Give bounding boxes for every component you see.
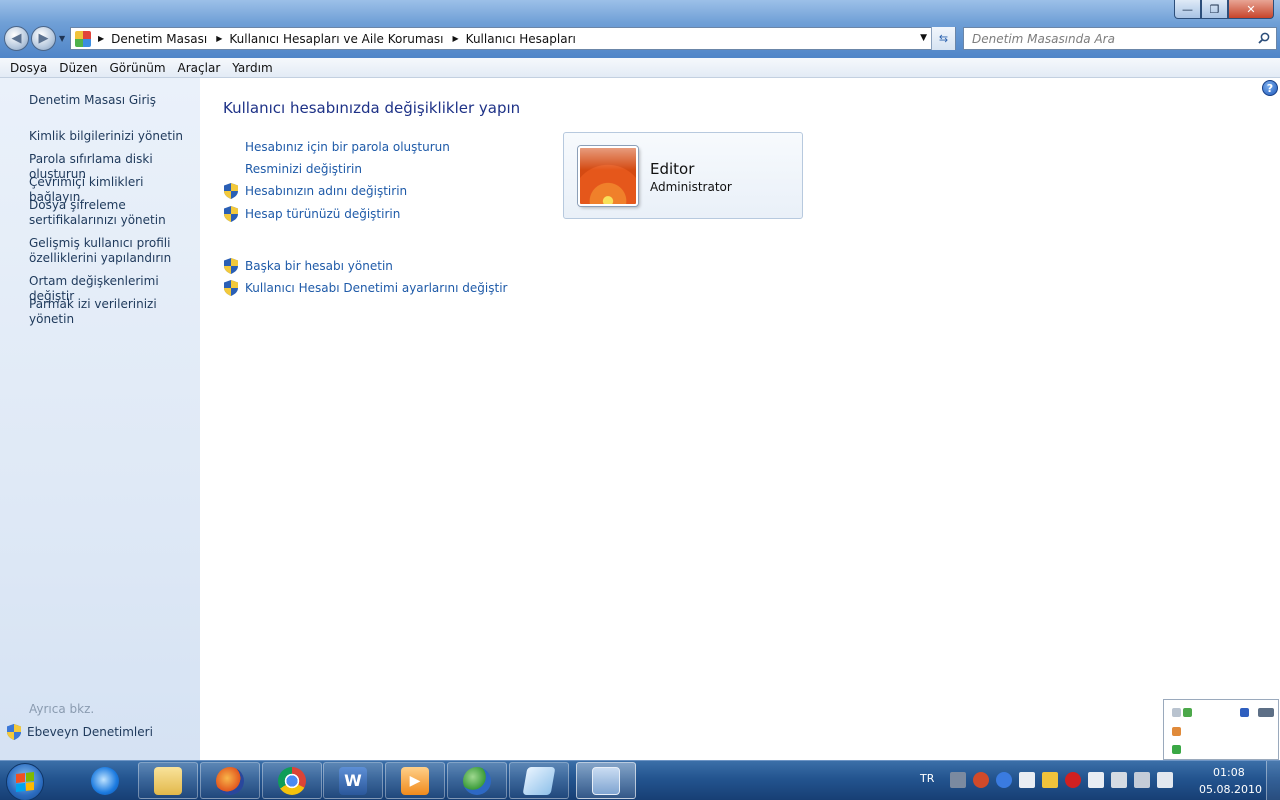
word-icon: W xyxy=(339,766,367,795)
taskbar-internet-explorer[interactable] xyxy=(75,762,135,799)
chevron-right-icon[interactable]: ▶ xyxy=(98,34,104,43)
avatar xyxy=(578,146,638,206)
clock-time[interactable]: 01:08 xyxy=(1213,766,1245,779)
arrow-right-icon: ▶ xyxy=(38,31,49,46)
address-history-dropdown[interactable]: ▼ xyxy=(920,33,927,43)
search-box[interactable] xyxy=(963,27,1277,50)
control-panel-icon xyxy=(592,766,620,795)
search-icon[interactable] xyxy=(1258,32,1270,44)
change-account-name-link[interactable]: Hesabınızın adını değiştirin xyxy=(245,184,407,198)
volume-icon[interactable] xyxy=(1157,772,1173,788)
account-name: Editor xyxy=(650,160,695,178)
taskbar-windows-explorer[interactable] xyxy=(138,762,198,799)
chrome-icon xyxy=(278,766,306,795)
app-tray-icon[interactable] xyxy=(996,772,1012,788)
search-input[interactable] xyxy=(972,31,1252,46)
shield-icon[interactable] xyxy=(1019,772,1035,788)
menu-view[interactable]: Görünüm xyxy=(103,61,171,75)
windows-explorer-icon xyxy=(154,766,182,795)
page-title: Kullanıcı hesabınızda değişiklikler yapı… xyxy=(223,99,521,117)
change-picture-link[interactable]: Resminizi değiştirin xyxy=(245,162,362,176)
notepad-icon xyxy=(522,766,556,795)
action-center-icon[interactable] xyxy=(1088,772,1104,788)
app-tray-icon[interactable] xyxy=(1172,727,1181,736)
download-icon[interactable] xyxy=(1183,708,1192,717)
address-bar[interactable]: ▶ Denetim Masası ▶ Kullanıcı Hesapları v… xyxy=(70,27,956,50)
taskbar-word[interactable]: W xyxy=(323,762,383,799)
uac-shield-icon xyxy=(224,206,238,222)
taskbar: W ▶ TR 01:08 05.08.2010 xyxy=(0,760,1280,800)
help-button[interactable]: ? xyxy=(1262,80,1278,96)
menu-bar: Dosya Düzen Görünüm Araçlar Yardım xyxy=(0,58,1280,78)
arrow-left-icon: ◀ xyxy=(11,31,22,46)
menu-tools[interactable]: Araçlar xyxy=(172,61,227,75)
breadcrumb-user-accounts[interactable]: Kullanıcı Hesapları xyxy=(466,32,576,46)
menu-edit[interactable]: Düzen xyxy=(53,61,103,75)
uac-shield-icon xyxy=(224,258,238,274)
account-card: Editor Administrator xyxy=(563,132,803,219)
see-also-heading: Ayrıca bkz. xyxy=(29,702,95,716)
window-controls: — ❐ ✕ xyxy=(1174,0,1274,19)
refresh-button[interactable]: ⇆ xyxy=(931,27,955,50)
parental-controls-row[interactable]: Ebeveyn Denetimleri xyxy=(7,724,153,740)
back-button[interactable]: ◀ xyxy=(4,26,29,51)
system-tray xyxy=(950,772,1173,788)
control-panel-home-link[interactable]: Denetim Masası Giriş xyxy=(29,93,197,108)
taskbar-media-player[interactable]: ▶ xyxy=(385,762,445,799)
taskbar-notepad[interactable] xyxy=(509,762,569,799)
menu-help[interactable]: Yardım xyxy=(226,61,278,75)
window-titlebar: — ❐ ✕ ◀ ▶ ▼ ▶ Denetim Masası ▶ Kullanıcı… xyxy=(0,0,1280,58)
advanced-profile-properties-link[interactable]: Gelişmiş kullanıcı profili özelliklerini… xyxy=(29,236,197,266)
start-button[interactable] xyxy=(6,763,44,800)
account-type: Administrator xyxy=(650,180,732,194)
internet-explorer-icon xyxy=(91,766,119,795)
uac-shield-icon xyxy=(7,724,21,740)
control-panel-icon xyxy=(75,30,91,47)
breadcrumb-control-panel[interactable]: Denetim Masası xyxy=(111,32,207,46)
forward-button[interactable]: ▶ xyxy=(31,26,56,51)
messenger-icon xyxy=(463,766,491,795)
show-desktop-button[interactable] xyxy=(1266,761,1280,800)
close-button[interactable]: ✕ xyxy=(1228,0,1274,19)
clock-date[interactable]: 05.08.2010 xyxy=(1199,783,1262,796)
manage-another-account-link[interactable]: Başka bir hesabı yönetin xyxy=(245,259,393,273)
uac-shield-icon xyxy=(224,280,238,296)
antivirus-icon[interactable] xyxy=(1065,772,1081,788)
taskbar-control-panel[interactable] xyxy=(576,762,636,799)
chevron-right-icon[interactable]: ▶ xyxy=(453,34,459,43)
keyboard-icon[interactable] xyxy=(950,772,966,788)
fingerprint-data-link[interactable]: Parmak izi verilerinizi yönetin xyxy=(29,297,197,327)
notification-area-popup xyxy=(1163,699,1279,760)
chevron-right-icon[interactable]: ▶ xyxy=(216,34,222,43)
windows-logo-icon xyxy=(16,772,34,792)
app-tray-icon[interactable] xyxy=(973,772,989,788)
taskbar-messenger[interactable] xyxy=(447,762,507,799)
sync-icon[interactable] xyxy=(1240,708,1249,717)
file-encryption-certificates-link[interactable]: Dosya şifreleme sertifikalarınızı yöneti… xyxy=(29,198,197,228)
manage-credentials-link[interactable]: Kimlik bilgilerinizi yönetin xyxy=(29,129,197,144)
firefox-icon xyxy=(216,766,244,795)
media-player-icon: ▶ xyxy=(401,766,429,795)
create-password-link[interactable]: Hesabınız için bir parola oluşturun xyxy=(245,140,450,154)
uac-shield-icon xyxy=(224,183,238,199)
network-icon[interactable] xyxy=(1134,772,1150,788)
maximize-button[interactable]: ❐ xyxy=(1201,0,1228,19)
parental-controls-link[interactable]: Ebeveyn Denetimleri xyxy=(27,725,153,739)
taskbar-firefox[interactable] xyxy=(200,762,260,799)
left-navigation-pane: Denetim Masası Giriş Kimlik bilgileriniz… xyxy=(0,78,200,760)
change-account-type-link[interactable]: Hesap türünüzü değiştirin xyxy=(245,207,400,221)
recent-pages-dropdown[interactable]: ▼ xyxy=(59,34,65,43)
minimize-button[interactable]: — xyxy=(1174,0,1201,19)
remove-hardware-icon[interactable] xyxy=(1111,772,1127,788)
uac-settings-link[interactable]: Kullanıcı Hesabı Denetimi ayarlarını değ… xyxy=(245,281,507,295)
network-icon[interactable] xyxy=(1172,708,1181,717)
breadcrumb-user-accounts-family[interactable]: Kullanıcı Hesapları ve Aile Koruması xyxy=(229,32,443,46)
refresh-icon: ⇆ xyxy=(938,32,949,45)
taskbar-chrome[interactable] xyxy=(262,762,322,799)
language-indicator[interactable]: TR xyxy=(920,772,934,785)
display-icon[interactable] xyxy=(1258,708,1274,717)
menu-file[interactable]: Dosya xyxy=(4,61,53,75)
app-tray-icon[interactable] xyxy=(1172,745,1181,754)
power-icon[interactable] xyxy=(1042,772,1058,788)
